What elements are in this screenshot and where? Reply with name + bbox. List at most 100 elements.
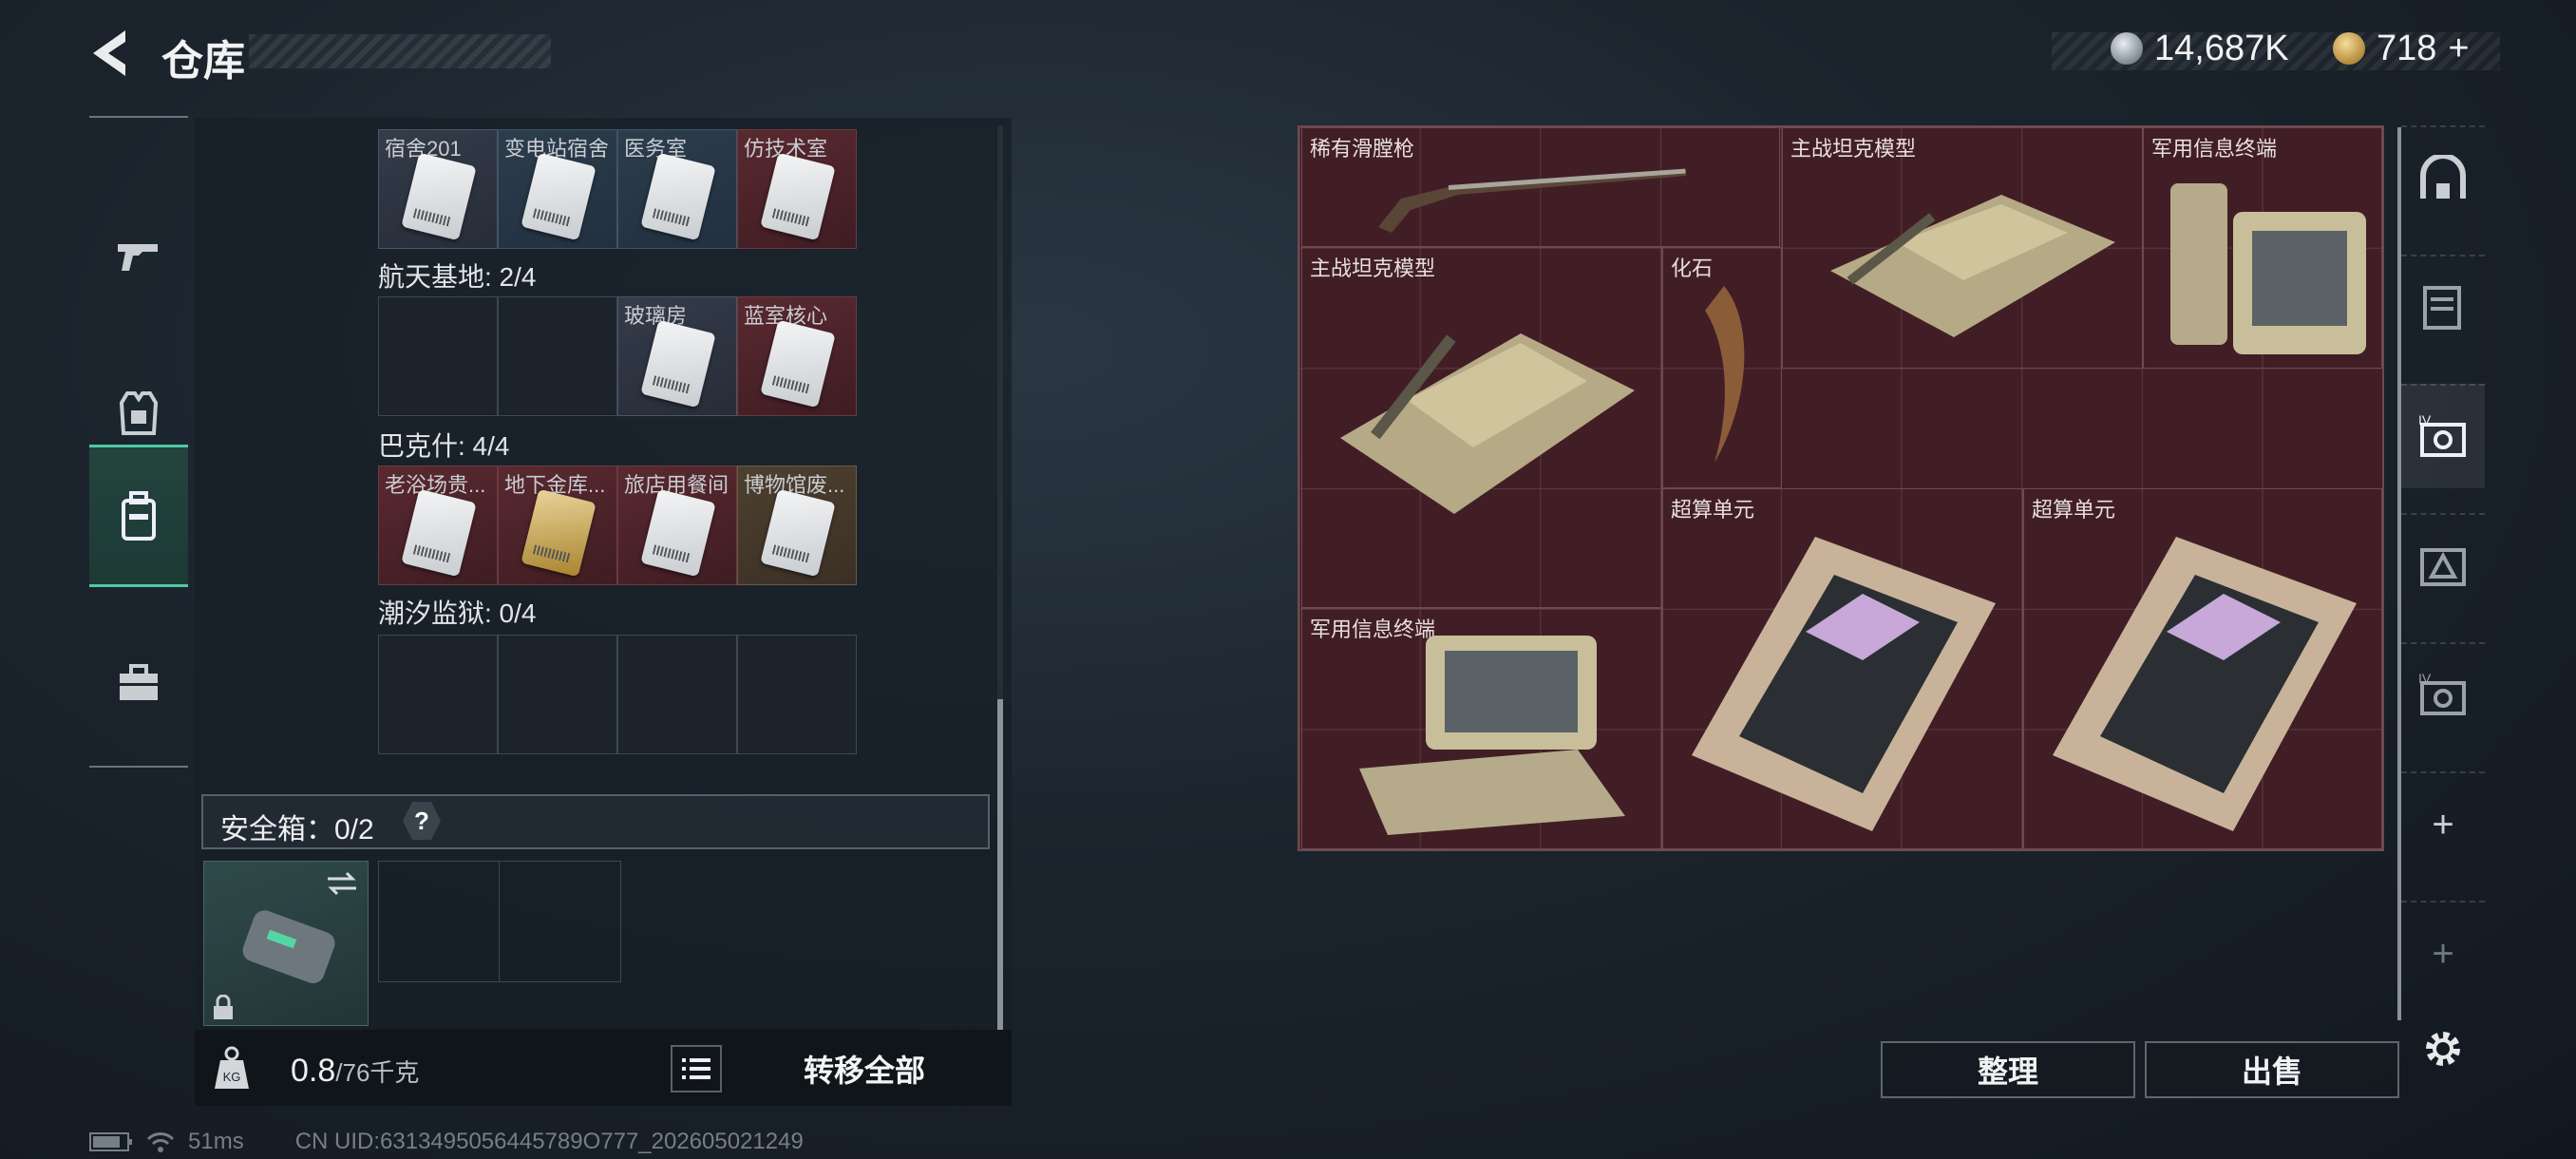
sell-button[interactable]: 出售	[2145, 1041, 2399, 1098]
keycard-icon	[760, 319, 836, 408]
keycard-slot-empty[interactable]	[617, 635, 737, 754]
keycard-icon	[760, 488, 836, 578]
section-title: 航天基地: 2/4	[378, 262, 537, 292]
svg-text:IV: IV	[2418, 672, 2432, 686]
rail-backpack[interactable]	[89, 445, 188, 587]
rail-toolbox[interactable]	[89, 612, 188, 754]
battery-icon	[89, 1132, 132, 1151]
stash-item-supercomputer-unit[interactable]: 超算单元	[2023, 488, 2382, 849]
musket-icon	[1378, 168, 1686, 233]
svg-text:KG: KG	[223, 1070, 241, 1084]
fossil-claw-icon	[1705, 286, 1745, 463]
keycard-icon	[760, 152, 836, 241]
add-stash-button[interactable]: +	[2401, 771, 2485, 876]
page-title: 仓库	[161, 38, 245, 85]
safe-box-slots[interactable]	[378, 861, 621, 982]
keycard-slot-empty[interactable]	[378, 635, 498, 754]
armor-vest-icon	[119, 391, 159, 435]
carry-weight: 0.8/76千克	[291, 1053, 419, 1090]
keycard-slot[interactable]: 玻璃房	[617, 296, 737, 416]
weight-value: 0.8	[291, 1053, 336, 1089]
weight-max: /76千克	[335, 1058, 420, 1087]
item-label: 主战坦克模型	[1310, 256, 1436, 280]
section-title: 巴克什: 4/4	[378, 431, 510, 461]
tab-stash-iv-active[interactable]: IV	[2401, 384, 2485, 488]
rail-weapon[interactable]	[89, 184, 188, 327]
stash-item-tank-model[interactable]: 主战坦克模型	[1301, 247, 1662, 608]
stash-iv-icon: IV	[2418, 672, 2466, 715]
keycard-icon	[640, 152, 716, 241]
keycard-slot[interactable]: 地下金库...	[498, 466, 617, 585]
stash-item-fossil[interactable]: 化石	[1662, 247, 1782, 488]
document-icon	[2423, 286, 2461, 330]
stash-item-supercomputer-unit[interactable]: 超算单元	[1662, 488, 2023, 849]
section-title: 潮汐监狱: 0/4	[378, 598, 537, 628]
home-vault-icon	[2420, 155, 2466, 199]
add-currency-button[interactable]: +	[2448, 28, 2469, 69]
stash-item-military-terminal[interactable]: 军用信息终端	[1301, 608, 1662, 849]
list-icon	[682, 1058, 710, 1079]
gold-amount: 718	[2377, 28, 2437, 68]
add-stash-button-disabled[interactable]: +	[2401, 901, 2485, 1005]
keycard-slot[interactable]: 医务室	[617, 129, 737, 249]
keycard-icon	[640, 319, 716, 408]
safe-box-label: 安全箱：0/2	[220, 814, 374, 846]
safe-box-container[interactable]	[203, 861, 369, 1026]
ping-text: 51ms	[188, 1129, 244, 1154]
stash-item-military-terminal[interactable]: 军用信息终端	[2143, 127, 2382, 369]
gold-keycard-icon	[521, 488, 597, 578]
keycard-slot-empty[interactable]	[498, 296, 617, 416]
silver-coin-icon	[2111, 32, 2143, 65]
keycard-slot[interactable]: 旅店用餐间	[617, 466, 737, 585]
lock-icon	[214, 995, 233, 1019]
tab-stash-iv[interactable]: IV	[2401, 642, 2485, 747]
category-rail	[89, 116, 188, 768]
weight-kg-icon: KG	[215, 1046, 249, 1089]
sort-button[interactable]: 整理	[1881, 1041, 2135, 1098]
wifi-icon	[146, 1132, 175, 1152]
terminal-icon	[1359, 636, 1625, 835]
tank-model-icon	[1830, 195, 2115, 337]
supercomputer-chip-icon	[2053, 537, 2357, 831]
transfer-all-button[interactable]: 转移全部	[731, 1039, 997, 1098]
tank-model-icon	[1340, 333, 1635, 514]
back-arrow-icon[interactable]	[87, 27, 133, 80]
keycard-slot-empty[interactable]	[737, 635, 857, 754]
backpack-scroll-thumb[interactable]	[997, 699, 1003, 1030]
item-label: 军用信息终端	[2151, 137, 2278, 161]
settings-gear-icon[interactable]	[2420, 1026, 2466, 1072]
status-bar: 51ms CN UID:6313495056445789O777_2026050…	[89, 1129, 804, 1155]
silver-currency: 14,687K	[2111, 25, 2289, 72]
tab-all-stash[interactable]	[2401, 125, 2485, 230]
keycard-icon	[521, 152, 597, 241]
keycard-slot[interactable]: 蓝室核心	[737, 296, 857, 416]
list-view-button[interactable]	[671, 1045, 722, 1092]
tab-stash-1[interactable]	[2401, 255, 2485, 359]
swap-icon[interactable]	[324, 869, 360, 898]
stash-item-tank-model[interactable]: 主战坦克模型	[1782, 127, 2143, 369]
safe-box-icon	[242, 910, 335, 983]
gold-currency[interactable]: 718 +	[2333, 25, 2470, 72]
keycard-slot-empty[interactable]	[498, 635, 617, 754]
keycard-slot[interactable]: 宿舍201	[378, 129, 498, 249]
stash-triangle-icon	[2420, 548, 2466, 586]
keycard-slot[interactable]: 博物馆废...	[737, 466, 857, 585]
keycard-icon	[640, 488, 716, 578]
terminal-icon	[2170, 183, 2366, 354]
tab-stash-3[interactable]	[2401, 513, 2485, 618]
gun-icon	[118, 244, 158, 271]
backpack-icon	[122, 491, 156, 541]
keycard-slot-empty[interactable]	[378, 296, 498, 416]
keycard-icon	[401, 152, 477, 241]
stash-item-musket[interactable]: 稀有滑膛枪	[1301, 127, 1780, 247]
keycard-slot[interactable]: 仿技术室	[737, 129, 857, 249]
toolbox-icon	[120, 664, 158, 700]
title-stripe-decoration	[249, 34, 551, 68]
gold-coin-icon	[2333, 32, 2365, 65]
svg-text:IV: IV	[2418, 413, 2432, 428]
keycard-icon	[401, 488, 477, 578]
stash-tabs: IV IV + +	[2401, 125, 2485, 1104]
item-label: 化石	[1671, 256, 1714, 280]
keycard-slot[interactable]: 变电站宿舍	[498, 129, 617, 249]
keycard-slot[interactable]: 老浴场贵...	[378, 466, 498, 585]
